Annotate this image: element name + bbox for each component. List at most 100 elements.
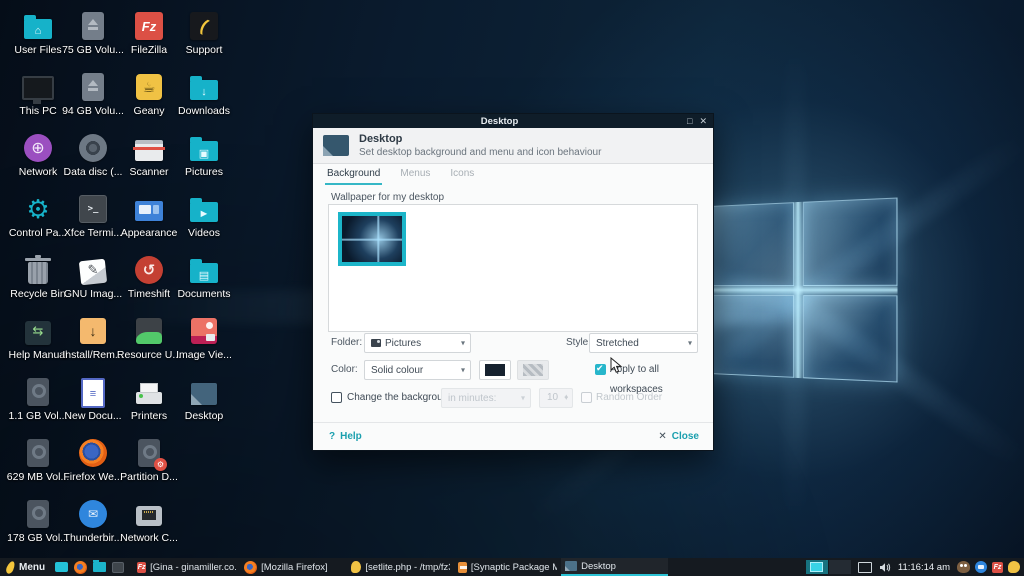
desktop-icon-control-pa[interactable]: ⚙ Control Pa... <box>8 193 68 240</box>
desktop-icon-data-disc[interactable]: Data disc (... <box>64 132 122 178</box>
color-select-value: Solid colour <box>371 364 424 376</box>
desktop-icon-image-vie[interactable]: Image Vie... <box>176 315 232 361</box>
volume-icon[interactable] <box>879 562 891 573</box>
wallpaper-list[interactable] <box>328 204 698 332</box>
tab-icons[interactable]: Icons <box>448 166 476 185</box>
maximize-icon[interactable] <box>687 114 692 128</box>
desktop-icon-partition-d[interactable]: ⚙ Partition D... <box>120 437 178 483</box>
partition-icon: ⚙ <box>133 437 167 471</box>
desktop-icon-network[interactable]: ⊕ Network <box>10 132 66 178</box>
desktop-icon-1-1-gb-vol[interactable]: 1.1 GB Vol... <box>9 376 67 422</box>
taskbar-window-setlite-php-tmp-fz3t[interactable]: [setlite.php - /tmp/fz3t... <box>347 558 454 576</box>
tab-background[interactable]: Background <box>325 166 383 185</box>
messenger-icon[interactable] <box>55 562 69 572</box>
desktop-icon-recycle-bin[interactable]: Recycle Bin <box>10 254 66 300</box>
desktop-background: ⌂ User Files This PC ⊕ Network ⚙ Control Pa...… <box>0 0 1024 576</box>
desktop-icon-geany[interactable]: ☕ Geany <box>121 71 177 117</box>
apply-all-checkbox[interactable] <box>595 363 606 375</box>
quick-launchers <box>55 560 125 574</box>
firefox-icon <box>77 437 109 469</box>
desktop-icon-label: Control Pa... <box>8 227 68 239</box>
close-x-icon <box>658 431 671 442</box>
color-select[interactable]: Solid colour <box>364 360 471 380</box>
desktop-icon-user-files[interactable]: ⌂ User Files <box>10 10 66 56</box>
folder-select-value: Pictures <box>385 337 422 349</box>
help-button[interactable]: Help <box>329 423 362 450</box>
desktop-icon-desktop[interactable]: Desktop <box>176 376 232 422</box>
desktop-icon-appearance[interactable]: Appearance <box>121 193 177 239</box>
taskbar-window-synaptic-package-man[interactable]: [Synaptic Package Man... <box>454 558 561 576</box>
desktop-icon-printers[interactable]: Printers <box>121 376 177 422</box>
geany-icon: ☕ <box>133 71 165 103</box>
style-select[interactable]: Stretched <box>589 333 698 353</box>
desktop-icon-videos[interactable]: ► Videos <box>176 193 232 239</box>
clock[interactable]: 11:16:14 am <box>898 562 950 573</box>
color-swatch-primary[interactable] <box>479 360 511 380</box>
desktop-icon-label: This PC <box>19 105 57 117</box>
desktop-icon-support[interactable]: (Support <box>176 10 232 56</box>
interval-select-value: in minutes: <box>448 392 497 404</box>
folder-select[interactable]: Pictures <box>364 333 471 353</box>
drive-icon <box>77 10 109 42</box>
tab-menus[interactable]: Menus <box>398 166 432 185</box>
menu-button[interactable]: Menu <box>4 559 48 575</box>
desktop-icon-thunderbir[interactable]: ✉ Thunderbir... <box>64 498 122 544</box>
desktop-icon-pictures[interactable]: ▣ Pictures <box>176 132 232 178</box>
display-icon[interactable] <box>857 561 872 573</box>
color-swatch-secondary <box>517 360 549 380</box>
desktop-icon-documents[interactable]: ▤ Documents <box>176 254 232 300</box>
workspace-2[interactable] <box>828 560 851 574</box>
minutes-spinner: 10 <box>539 388 573 408</box>
desktop-icon-this-pc[interactable]: This PC <box>10 71 66 117</box>
desktop-icon-scanner[interactable]: Scanner <box>121 132 177 178</box>
desktop-icon-75-gb-volu[interactable]: 75 GB Volu... <box>62 10 124 56</box>
taskbar-window-desktop[interactable]: Desktop <box>561 558 669 576</box>
timeshift-icon: ↺ <box>133 254 165 286</box>
taskbar-window-gina-ginamiller-co-uk[interactable]: [Gina - ginamiller.co.uk... <box>133 558 240 576</box>
desktop-icon-network-c[interactable]: Network C... <box>120 498 178 544</box>
workspace-switcher[interactable] <box>805 560 851 574</box>
taskbar-window-label: [Synaptic Package Man... <box>470 561 558 573</box>
desktop-icon-label: Timeshift <box>127 288 171 300</box>
support-icon: ( <box>188 10 220 42</box>
printer-icon <box>133 376 165 408</box>
window-titlebar[interactable]: Desktop <box>313 114 713 128</box>
thunderbird-icon[interactable] <box>975 561 987 573</box>
desktop-icon-downloads[interactable]: ↓ Downloads <box>176 71 232 117</box>
desktop-icon-new-docu[interactable]: ≡ New Docu... <box>64 376 122 422</box>
desktop-icon-178-gb-vol[interactable]: 178 GB Vol... <box>7 498 69 544</box>
firefox-icon <box>244 560 258 574</box>
geany-icon[interactable] <box>1008 561 1020 573</box>
desktop-icon-label: Resource U... <box>116 349 182 361</box>
close-icon[interactable] <box>699 114 707 128</box>
filezilla-icon[interactable] <box>992 561 1003 573</box>
desktop-icon-firefox-we[interactable]: Firefox We... <box>63 437 123 483</box>
change-background-checkbox[interactable] <box>331 392 342 403</box>
taskbar-right: 11:16:14 am <box>805 560 1020 574</box>
terminal-icon[interactable] <box>112 561 125 573</box>
tab-bar: Background Menus Icons <box>325 166 476 185</box>
desktop-icon-help-manual[interactable]: ⇆ Help Manual <box>9 315 67 361</box>
close-button[interactable]: Close <box>658 423 699 450</box>
wallpaper-group-label: Wallpaper for my desktop <box>331 192 445 203</box>
desktop-icon-install-rem[interactable]: ↓ Install/Rem... <box>62 315 124 361</box>
geany-icon <box>351 561 362 573</box>
desktop-settings-icon <box>323 135 349 156</box>
gimp-icon[interactable] <box>957 561 970 573</box>
desktop-icon-xfce-termi[interactable]: >_ Xfce Termi... <box>64 193 122 239</box>
random-order-label: Random Order <box>596 392 663 403</box>
desktop-icon-94-gb-volu[interactable]: 94 GB Volu... <box>62 71 124 117</box>
taskbar-window-mozilla-firefox[interactable]: [Mozilla Firefox] <box>240 558 347 576</box>
firefox-icon[interactable] <box>74 560 88 574</box>
taskbar-window-label: [Gina - ginamiller.co.uk... <box>150 561 237 573</box>
file-manager-icon[interactable] <box>93 560 107 572</box>
workspace-1[interactable] <box>805 560 828 574</box>
desktop-icon-resource-u[interactable]: Resource U... <box>117 315 181 361</box>
taskbar-window-label: [setlite.php - /tmp/fz3t... <box>365 561 450 573</box>
desktop-icon-label: Network <box>18 166 58 178</box>
desktop-icon-629-mb-vol[interactable]: 629 MB Vol... <box>7 437 69 483</box>
desktop-icon-filezilla[interactable]: Fz FileZilla <box>121 10 177 56</box>
wallpaper-thumbnail-selected[interactable] <box>338 212 406 266</box>
desktop-icon-timeshift[interactable]: ↺ Timeshift <box>121 254 177 300</box>
desktop-icon-gnu-imag[interactable]: ✎ GNU Imag... <box>64 254 122 300</box>
